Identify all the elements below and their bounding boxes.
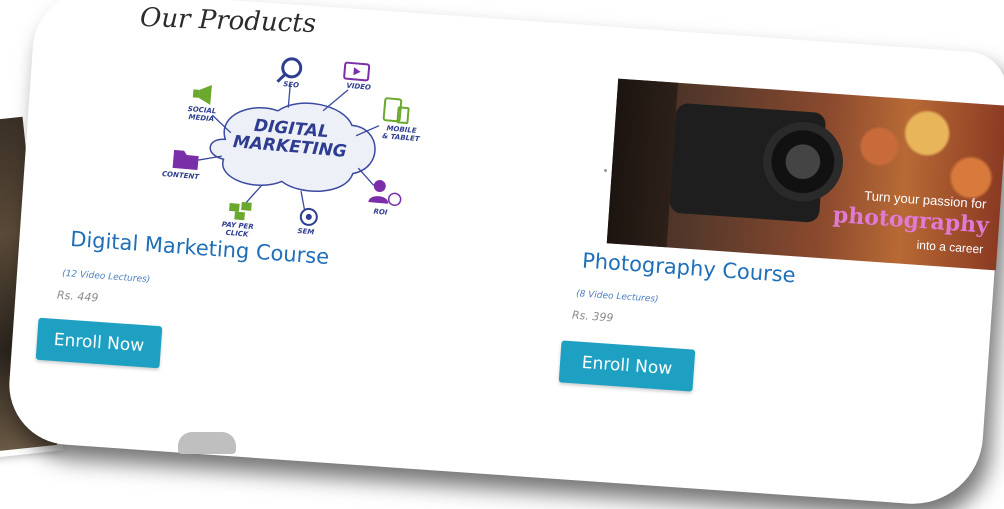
enroll-button-digital-marketing[interactable]: Enroll Now (35, 317, 163, 369)
carousel-dot (604, 169, 607, 172)
course-lectures-digital-marketing: (12 Video Lectures) (61, 268, 151, 286)
page-curl-handle (178, 432, 236, 454)
label-roi: ROI (373, 207, 388, 217)
label-social: SOCIAL MEDIA (187, 104, 217, 124)
products-content: Our Products DIGITAL MARKETING SEO VIDEO… (0, 0, 1004, 509)
section-title: Our Products (139, 2, 317, 40)
label-seo: SEO (282, 80, 300, 90)
arrow-ppc (244, 185, 262, 205)
course-price-digital-marketing: Rs. 449 (56, 288, 99, 305)
course-price-photography: Rs. 399 (571, 308, 614, 325)
money-icon (229, 202, 240, 212)
megaphone-icon (198, 84, 212, 105)
label-mobile: MOBILE & TABLET (381, 124, 420, 144)
person-icon (373, 179, 386, 192)
label-sem: SEM (297, 226, 315, 237)
photography-banner-image: Turn your passion for photography into a… (606, 78, 1004, 271)
folder-icon (172, 149, 199, 171)
label-ppc: PAY PER CLICK (221, 220, 254, 239)
course-title-photography[interactable]: Photography Course (581, 249, 796, 288)
enroll-button-photography[interactable]: Enroll Now (558, 340, 696, 392)
digital-marketing-diagram: DIGITAL MARKETING SEO VIDEO MOBILE & TAB… (147, 39, 433, 252)
banner-line3: into a career (916, 237, 984, 257)
arrow-sem (300, 191, 306, 210)
banner-hair-shape (606, 78, 679, 248)
course-lectures-photography: (8 Video Lectures) (575, 289, 659, 305)
